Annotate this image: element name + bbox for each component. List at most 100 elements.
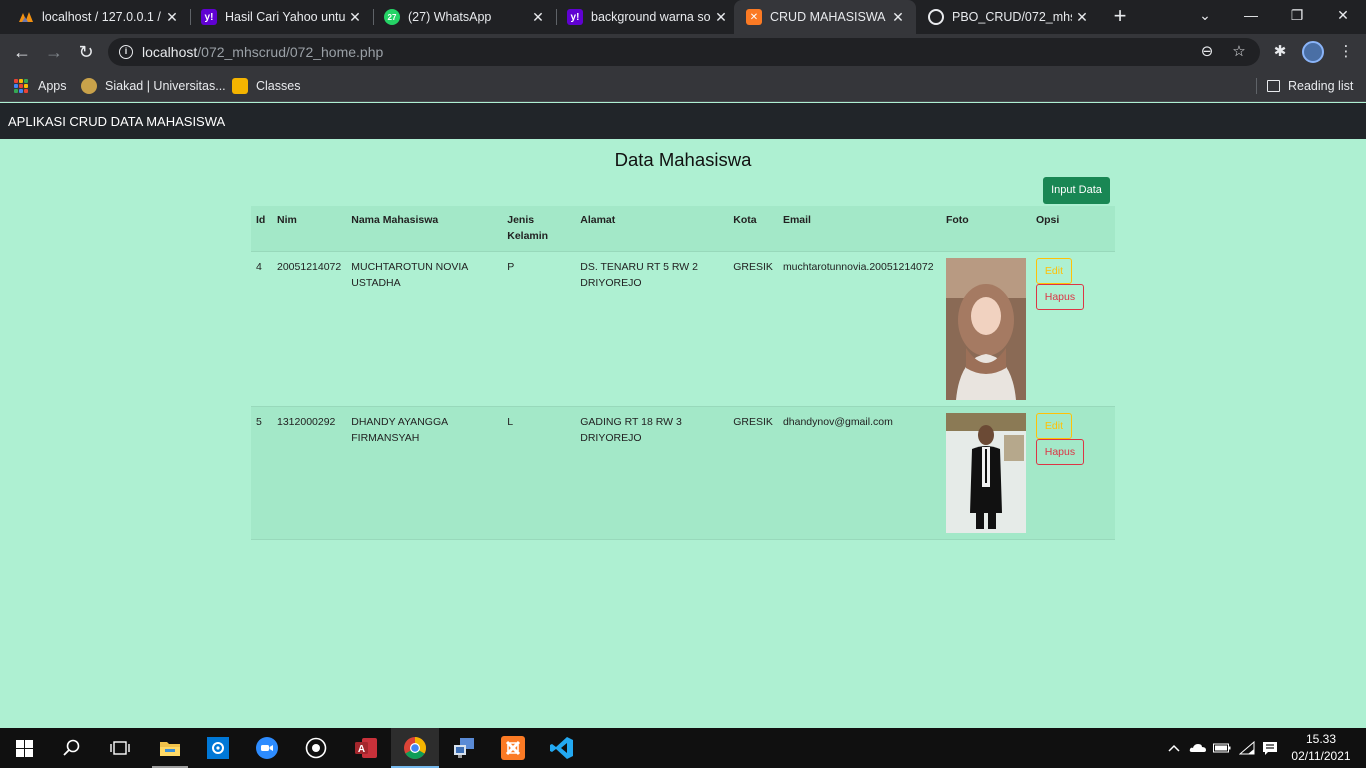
- close-icon[interactable]: ✕: [162, 9, 182, 26]
- github-icon: [928, 9, 944, 25]
- tab-yahoo-background[interactable]: y! background warna sol ✕: [549, 0, 739, 34]
- url-path: /072_mhscrud/072_home.php: [197, 44, 384, 60]
- bookmark-apps[interactable]: Apps: [14, 77, 67, 95]
- close-icon[interactable]: ✕: [1072, 9, 1092, 26]
- browser-toolbar: ← → ↻ i localhost/072_mhscrud/072_home.p…: [0, 34, 1366, 70]
- avatar[interactable]: [1302, 41, 1324, 63]
- cell-alamat: GADING RT 18 RW 3 DRIYOREJO: [575, 406, 729, 540]
- tab-search-chevron-icon[interactable]: ⌄: [1182, 0, 1228, 34]
- extensions-icon[interactable]: ✱: [1270, 42, 1290, 62]
- clock-time: 15.33: [1305, 732, 1337, 746]
- yahoo-icon: y!: [201, 9, 217, 25]
- column-header: Alamat: [575, 206, 729, 252]
- clock-date: 02/11/2021: [1291, 749, 1351, 763]
- bookmark-star-icon[interactable]: ☆: [1230, 43, 1248, 61]
- new-tab-button[interactable]: +: [1108, 4, 1132, 28]
- close-icon[interactable]: ✕: [711, 9, 731, 26]
- table-header-row: Id Nim Nama Mahasiswa Jenis Kelamin Alam…: [251, 206, 1115, 252]
- svg-text:A: A: [358, 744, 365, 755]
- site-info-icon[interactable]: i: [119, 45, 133, 59]
- forward-icon[interactable]: →: [42, 40, 66, 64]
- cell-id: 5: [251, 406, 272, 540]
- main-content: Data Mahasiswa Input Data Id Nim Nama Ma…: [0, 139, 1366, 728]
- column-header: Email: [777, 206, 941, 252]
- column-header: Opsi: [1030, 206, 1115, 252]
- close-icon[interactable]: ✕: [888, 9, 908, 26]
- cell-foto: [940, 406, 1031, 540]
- tab-yahoo-search[interactable]: y! Hasil Cari Yahoo untuk ✕: [183, 0, 373, 34]
- restore-button[interactable]: ❐: [1274, 0, 1320, 34]
- page-title: Data Mahasiswa: [614, 149, 752, 170]
- cell-jenis-kelamin: L: [502, 406, 576, 540]
- menu-icon[interactable]: ⋮: [1336, 42, 1356, 62]
- input-data-button[interactable]: Input Data: [1043, 177, 1110, 204]
- edit-button[interactable]: Edit: [1035, 258, 1072, 284]
- mahasiswa-table: Id Nim Nama Mahasiswa Jenis Kelamin Alam…: [251, 206, 1115, 540]
- column-header: Id: [251, 206, 272, 252]
- network-app-icon[interactable]: [440, 728, 488, 768]
- close-icon[interactable]: ✕: [528, 9, 548, 26]
- task-view-icon[interactable]: [96, 728, 144, 768]
- cell-nama: MUCHTAROTUN NOVIA USTADHA: [346, 251, 503, 407]
- zoom-icon[interactable]: [243, 728, 291, 768]
- column-header: Jenis Kelamin: [502, 206, 576, 252]
- edit-button[interactable]: Edit: [1035, 413, 1072, 439]
- reading-list-icon: [1267, 80, 1280, 92]
- windows-taskbar: A 15.33 02/11/2021: [0, 728, 1366, 768]
- cell-foto: [940, 251, 1031, 407]
- tab-github[interactable]: PBO_CRUD/072_mhsc ✕: [910, 0, 1100, 34]
- university-icon: [81, 78, 97, 94]
- student-photo: [945, 413, 1026, 533]
- reload-icon[interactable]: ↻: [74, 40, 98, 64]
- cortana-icon[interactable]: [292, 728, 340, 768]
- minimize-button[interactable]: —: [1228, 0, 1274, 34]
- column-header: Foto: [940, 206, 1031, 252]
- table-row: 5 1312000292 DHANDY AYANGGA FIRMANSYAH L…: [251, 406, 1115, 540]
- phpmyadmin-icon: [18, 9, 34, 25]
- cell-kota: GRESIK: [728, 406, 778, 540]
- zoom-icon[interactable]: ⊖: [1198, 43, 1216, 61]
- cell-jenis-kelamin: P: [502, 251, 576, 407]
- cell-opsi: Edit Hapus: [1030, 251, 1115, 407]
- whatsapp-icon: 27: [384, 9, 400, 25]
- navbar-brand[interactable]: APLIKASI CRUD DATA MAHASISWA: [8, 114, 225, 129]
- apps-grid-icon: [14, 79, 28, 93]
- settings-icon[interactable]: [194, 728, 242, 768]
- tab-crud-mahasiswa[interactable]: ✕ CRUD MAHASISWA ✕: [734, 0, 916, 34]
- address-bar[interactable]: i localhost/072_mhscrud/072_home.php ⊖ ☆: [108, 38, 1260, 66]
- battery-icon[interactable]: [1211, 728, 1233, 768]
- back-icon[interactable]: ←: [10, 40, 34, 64]
- close-icon[interactable]: ✕: [345, 9, 365, 26]
- bookmark-siakad[interactable]: Siakad | Universitas...: [81, 77, 226, 95]
- vscode-icon[interactable]: [538, 728, 586, 768]
- browser-tab-strip: localhost / 127.0.0.1 / ✕ y! Hasil Cari …: [0, 0, 1366, 34]
- search-icon[interactable]: [48, 728, 96, 768]
- taskbar-clock[interactable]: 15.33 02/11/2021: [1286, 731, 1356, 765]
- cell-id: 4: [251, 251, 272, 407]
- notification-icon[interactable]: [1259, 728, 1281, 768]
- onedrive-icon[interactable]: [1187, 728, 1209, 768]
- file-explorer-icon[interactable]: [146, 728, 194, 768]
- wifi-icon[interactable]: [1236, 728, 1258, 768]
- table-row: 4 20051214072 MUCHTAROTUN NOVIA USTADHA …: [251, 251, 1115, 407]
- app-navbar: APLIKASI CRUD DATA MAHASISWA: [0, 103, 1366, 139]
- xampp-icon[interactable]: [489, 728, 537, 768]
- hapus-button[interactable]: Hapus: [1035, 284, 1084, 310]
- chrome-icon[interactable]: [391, 728, 439, 768]
- cell-kota: GRESIK: [728, 251, 778, 407]
- close-window-button[interactable]: ✕: [1320, 0, 1366, 34]
- cell-nim: 1312000292: [272, 406, 347, 540]
- access-icon[interactable]: A: [342, 728, 390, 768]
- tab-whatsapp[interactable]: 27 (27) WhatsApp ✕: [366, 0, 556, 34]
- tray-chevron-up-icon[interactable]: [1164, 728, 1184, 768]
- cell-email: dhandynov@gmail.com: [777, 406, 941, 540]
- hapus-button[interactable]: Hapus: [1035, 439, 1084, 465]
- reading-list-button[interactable]: Reading list: [1267, 77, 1353, 95]
- bookmark-classes[interactable]: Classes: [232, 77, 300, 95]
- student-photo: [945, 258, 1026, 400]
- bookmarks-bar: Apps Siakad | Universitas... Classes Rea…: [0, 70, 1366, 102]
- tab-phpmyadmin[interactable]: localhost / 127.0.0.1 / ✕: [0, 0, 190, 34]
- windows-start-icon[interactable]: [0, 728, 48, 768]
- classroom-icon: [232, 78, 248, 94]
- cell-nim: 20051214072: [272, 251, 347, 407]
